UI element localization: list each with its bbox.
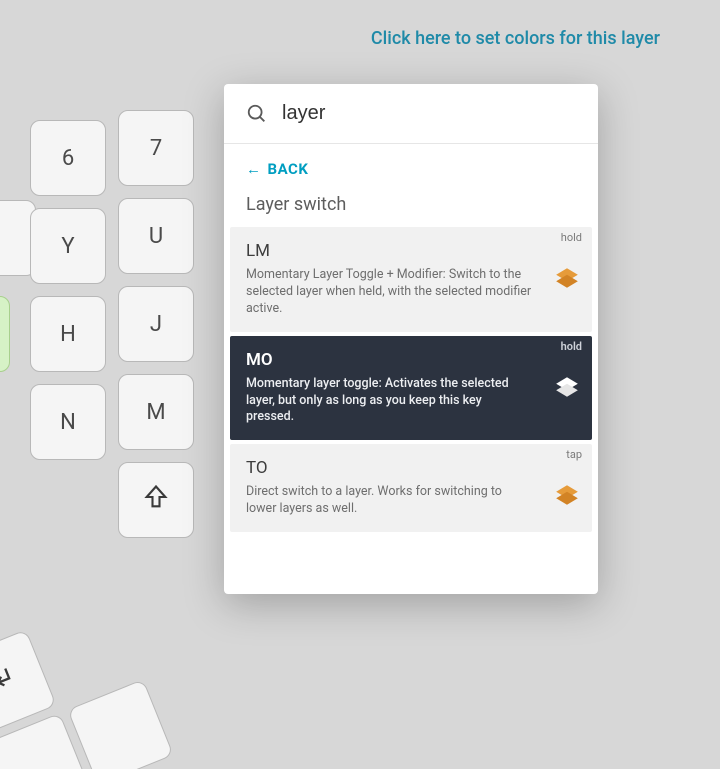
key-n[interactable]: N — [30, 384, 106, 460]
item-tag: tap — [566, 448, 582, 461]
key-h[interactable]: H — [30, 296, 106, 372]
key-m[interactable]: M — [118, 374, 194, 450]
search-input[interactable] — [282, 102, 576, 125]
key-j[interactable]: J — [118, 286, 194, 362]
back-label: BACK — [268, 160, 309, 178]
key-shift[interactable] — [118, 462, 194, 538]
item-desc: Momentary Layer Toggle + Modifier: Switc… — [246, 267, 532, 318]
item-lm[interactable]: hold LM Momentary Layer Toggle + Modifier:… — [230, 227, 592, 332]
layers-icon — [554, 482, 580, 508]
item-desc: Momentary layer toggle: Activates the se… — [246, 376, 532, 427]
key-u[interactable]: U — [118, 198, 194, 274]
arrow-left-icon: ← — [246, 160, 262, 178]
key-green-partial[interactable] — [0, 296, 10, 372]
item-tag: hold — [561, 340, 582, 353]
enter-icon — [0, 662, 23, 704]
set-colors-link[interactable]: Click here to set colors for this layer — [0, 28, 660, 49]
item-desc: Direct switch to a layer. Works for swit… — [246, 484, 532, 518]
layers-icon — [554, 265, 580, 291]
shift-icon — [142, 483, 170, 517]
section-title: Layer switch — [224, 184, 598, 227]
key-y[interactable]: Y — [30, 208, 106, 284]
item-to[interactable]: tap TO Direct switch to a layer. Works for… — [230, 444, 592, 532]
back-button[interactable]: ← BACK — [224, 144, 598, 184]
key-picker-modal: ← BACK Layer switch hold LM Momentary Laye… — [224, 84, 598, 594]
key-7[interactable]: 7 — [118, 110, 194, 186]
layers-icon — [554, 374, 580, 400]
item-tag: hold — [561, 231, 582, 244]
search-row — [224, 84, 598, 143]
search-icon — [246, 103, 268, 125]
item-title: TO — [246, 458, 532, 478]
key-6[interactable]: 6 — [30, 120, 106, 196]
key-blank-2[interactable] — [67, 679, 174, 769]
item-mo[interactable]: hold MO Momentary layer toggle: Activates … — [230, 336, 592, 441]
item-title: MO — [246, 350, 532, 370]
items-list: hold LM Momentary Layer Toggle + Modifier:… — [224, 227, 598, 546]
item-title: LM — [246, 241, 532, 261]
